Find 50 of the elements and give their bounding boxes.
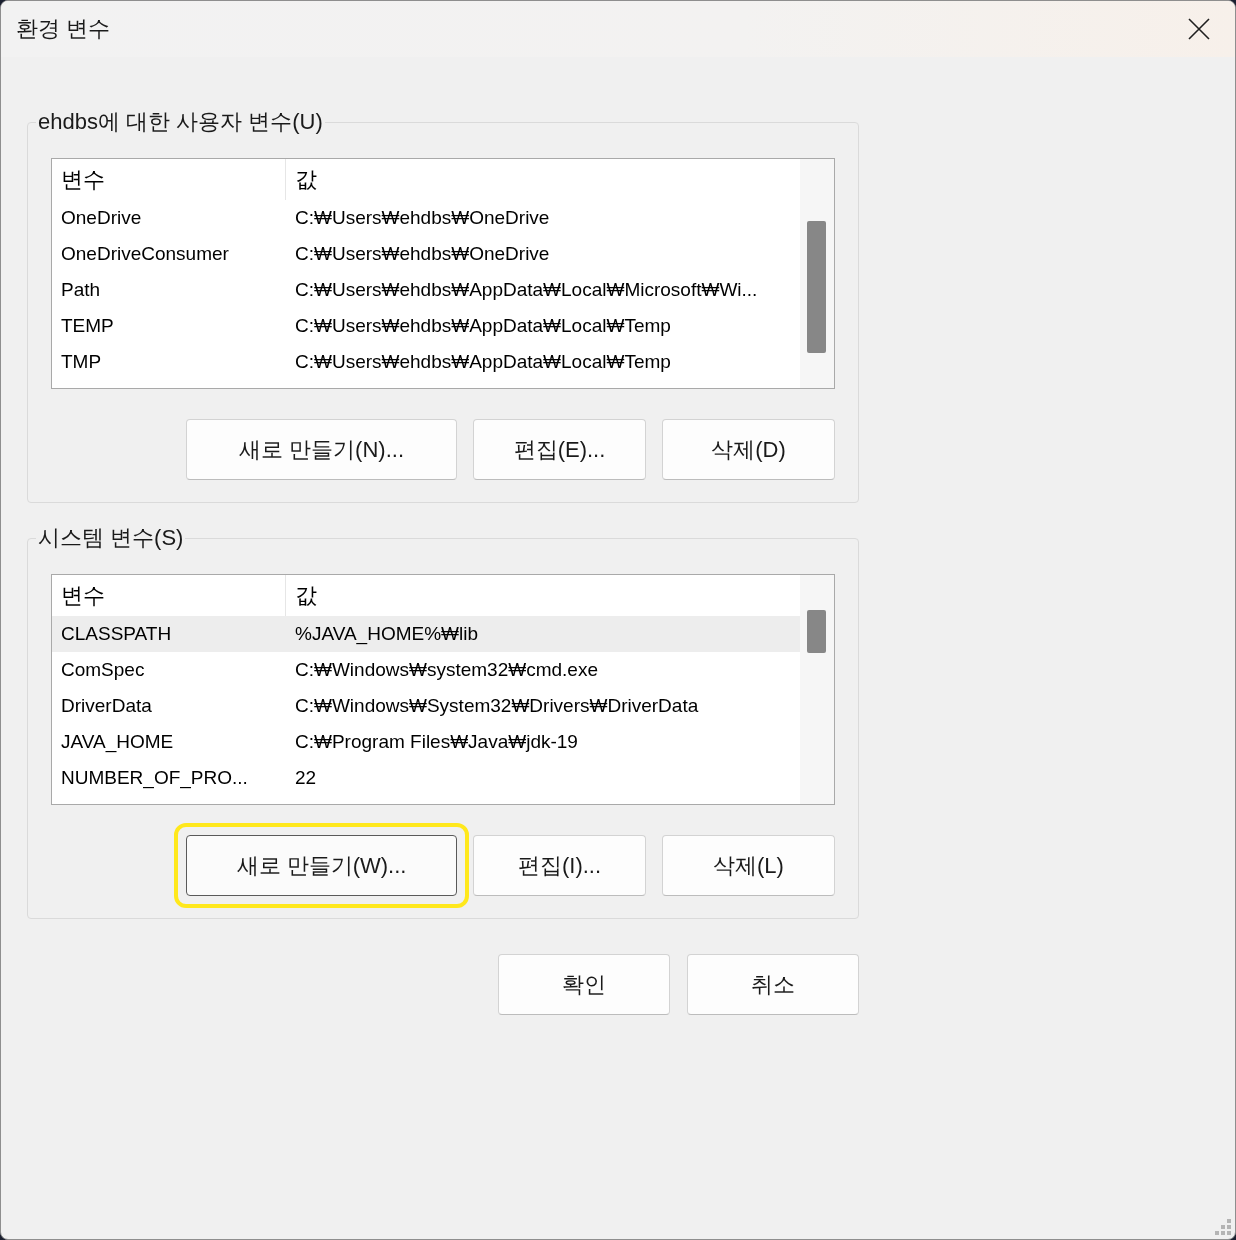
variable-name: JAVA_HOME (60, 731, 175, 753)
column-header[interactable]: 변수 (52, 159, 286, 200)
variable-row[interactable]: Path C:₩Users₩ehdbs₩AppData₩Local₩Microsoft₩Wi... (52, 272, 800, 308)
window-title: 환경 변수 (16, 15, 111, 43)
variable-name: Path (60, 279, 102, 301)
variable-name: TEMP (60, 315, 115, 337)
group-label: 시스템 변수(S) (36, 525, 186, 551)
resize-grip-icon[interactable] (1215, 1219, 1231, 1235)
variable-value: C:₩Users₩ehdbs₩AppData₩Local₩Temp (294, 351, 671, 373)
delete-button[interactable]: 삭제(D) (662, 419, 835, 480)
scrollbar-track[interactable] (800, 159, 834, 388)
variable-row[interactable]: NUMBER_OF_PRO... 22 (52, 760, 800, 796)
cancel-button[interactable]: 취소 (687, 954, 859, 1015)
variable-name: TMP (60, 351, 103, 373)
new-button[interactable]: 새로 만들기(W)... (186, 835, 457, 896)
variable-name: CLASSPATH (60, 623, 173, 645)
ok-button[interactable]: 확인 (498, 954, 670, 1015)
variable-value: C:₩Windows₩System32₩Drivers₩DriverData (294, 695, 699, 717)
variable-value: C:₩Program Files₩Java₩jdk-19 (294, 731, 578, 753)
edit-button[interactable]: 편집(E)... (473, 419, 646, 480)
variable-value: 22 (294, 767, 317, 789)
variable-value: C:₩Users₩ehdbs₩OneDrive (294, 207, 550, 229)
variable-row[interactable]: ComSpec C:₩Windows₩system32₩cmd.exe (52, 652, 800, 688)
variable-row[interactable]: TEMP C:₩Users₩ehdbs₩AppData₩Local₩Temp (52, 308, 800, 344)
variable-row[interactable]: OneDriveConsumer C:₩Users₩ehdbs₩OneDrive (52, 236, 800, 272)
variable-row[interactable]: DriverData C:₩Windows₩System32₩Drivers₩DriverData (52, 688, 800, 724)
variable-value: C:₩Users₩ehdbs₩AppData₩Local₩Temp (294, 315, 671, 337)
variable-value: %JAVA_HOME%₩lib (294, 623, 478, 645)
close-icon (1188, 18, 1210, 40)
new-button[interactable]: 새로 만들기(N)... (186, 419, 457, 480)
variable-value: C:₩Users₩ehdbs₩OneDrive (294, 243, 550, 265)
scrollbar-thumb[interactable] (807, 221, 826, 353)
group-label: ehdbs에 대한 사용자 변수(U) (36, 109, 325, 135)
variable-row[interactable]: JAVA_HOME C:₩Program Files₩Java₩jdk-19 (52, 724, 800, 760)
variable-value: C:₩Windows₩system32₩cmd.exe (294, 659, 598, 681)
scrollbar-track[interactable] (800, 575, 834, 804)
variable-row[interactable]: TMP C:₩Users₩ehdbs₩AppData₩Local₩Temp (52, 344, 800, 380)
column-header[interactable]: 값 (286, 575, 317, 616)
variable-name: NUMBER_OF_PRO... (60, 767, 249, 789)
variable-name: OneDrive (60, 207, 143, 229)
variable-row[interactable]: OneDrive C:₩Users₩ehdbs₩OneDrive (52, 200, 800, 236)
delete-button[interactable]: 삭제(L) (662, 835, 835, 896)
variable-name: DriverData (60, 695, 153, 717)
column-header[interactable]: 값 (286, 159, 317, 200)
variable-row[interactable]: CLASSPATH %JAVA_HOME%₩lib (52, 616, 800, 652)
variable-name: OneDriveConsumer (60, 243, 230, 265)
edit-button[interactable]: 편집(I)... (473, 835, 646, 896)
variable-value: C:₩Users₩ehdbs₩AppData₩Local₩Microsoft₩Wi... (294, 279, 758, 301)
variable-name: ComSpec (60, 659, 146, 681)
scrollbar-thumb[interactable] (807, 610, 826, 653)
